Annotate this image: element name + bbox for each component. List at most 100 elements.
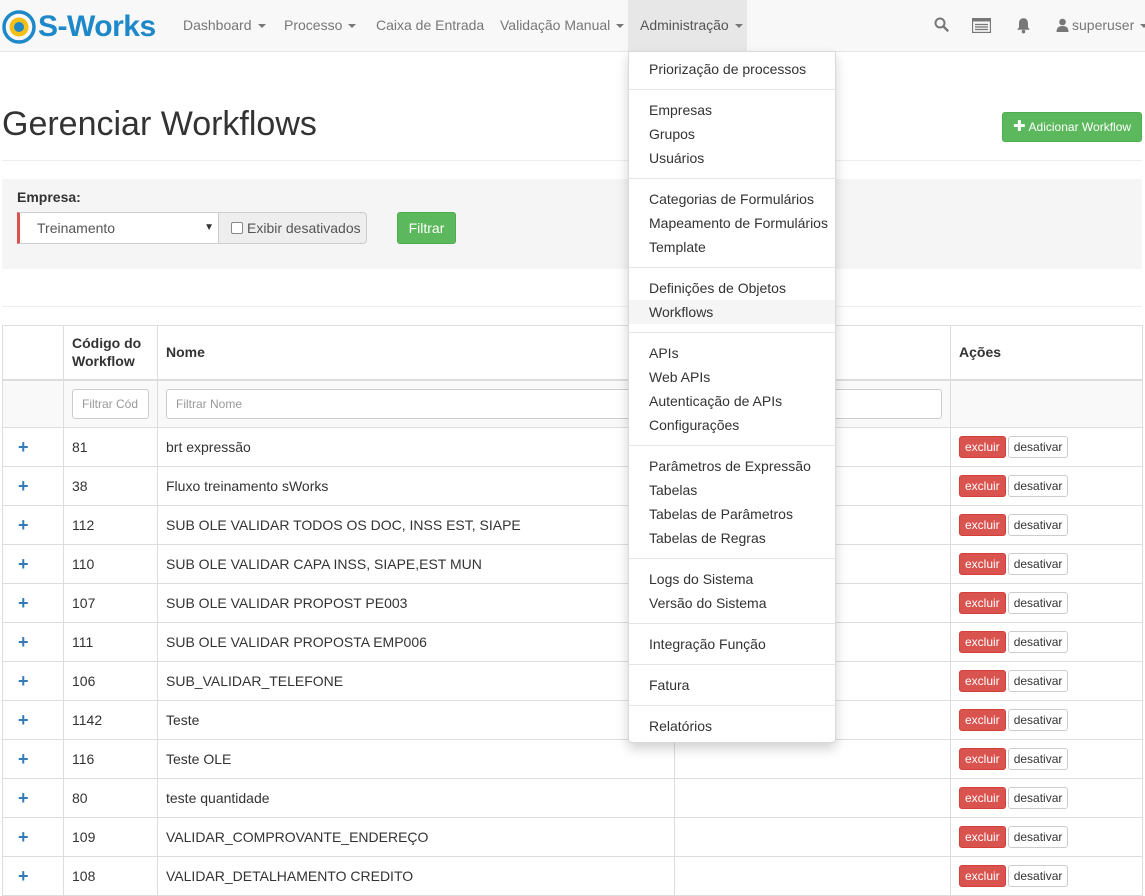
menu-item-web-apis[interactable]: Web APIs [629,365,835,389]
top-navbar: S-Works Dashboard Processo Caixa de Entr… [0,0,1145,52]
deactivate-button[interactable]: desativar [1007,631,1069,653]
show-disabled-toggle[interactable]: Exibir desativados [218,212,367,244]
nome-cell: VALIDAR_DETALHAMENTO CREDITO [157,856,675,896]
empresa-label: Empresa: [17,189,81,205]
delete-button[interactable]: excluir [959,553,1006,575]
menu-item-categorias-de-formularios[interactable]: Categorias de Formulários [629,187,835,211]
extra-cell [674,817,951,857]
codigo-cell: 111 [63,622,158,662]
menu-item-configuracoes[interactable]: Configurações [629,413,835,437]
menu-item-fatura[interactable]: Fatura [629,673,835,697]
deactivate-button[interactable]: desativar [1007,475,1069,497]
expand-plus-icon[interactable]: + [11,632,29,652]
nav-dashboard[interactable]: Dashboard [171,0,278,51]
delete-button[interactable]: excluir [959,592,1006,614]
expand-plus-icon[interactable]: + [11,437,29,457]
menu-item-apis[interactable]: APIs [629,341,835,365]
table-body: Filtrar Cód Filtrar Nome +81 brt expressã… [2,379,1143,896]
user-menu[interactable]: superuser [1056,0,1145,51]
expand-plus-icon[interactable]: + [11,671,29,691]
table-row: +116 Teste OLE excluir desativar [2,739,1143,779]
delete-button[interactable]: excluir [959,436,1006,458]
expand-plus-icon[interactable]: + [11,827,29,847]
nav-processo[interactable]: Processo [272,0,368,51]
acoes-cell: excluir desativar [950,466,1143,506]
bell-icon[interactable] [1016,17,1031,34]
deactivate-button[interactable]: desativar [1007,592,1069,614]
caret-down-icon [257,24,266,29]
acoes-cell: excluir desativar [950,856,1143,896]
menu-item-priorizacao-de-processos[interactable]: Priorização de processos [629,57,835,81]
menu-item-integracao-funcao[interactable]: Integração Função [629,632,835,656]
nome-cell: SUB OLE VALIDAR CAPA INSS, SIAPE,EST MUN [157,544,675,584]
table-row: +108 VALIDAR_DETALHAMENTO CREDITO excluir d… [2,856,1143,896]
menu-item-template[interactable]: Template [629,235,835,259]
menu-item-tabelas-de-regras[interactable]: Tabelas de Regras [629,526,835,550]
expand-plus-icon[interactable]: + [11,788,29,808]
add-workflow-button[interactable]: ✚ Adicionar Workflow [1002,112,1142,142]
deactivate-button[interactable]: desativar [1007,709,1069,731]
menu-item-definicoes-de-objetos[interactable]: Definições de Objetos [629,276,835,300]
deactivate-button[interactable]: desativar [1007,553,1069,575]
delete-button[interactable]: excluir [959,475,1006,497]
codigo-column-header[interactable]: Código do Workflow [63,325,158,381]
delete-button[interactable]: excluir [959,514,1006,536]
brand[interactable]: S-Works [2,9,156,45]
expand-plus-icon[interactable]: + [11,749,29,769]
show-disabled-checkbox[interactable] [231,222,243,234]
table-row: +110 SUB OLE VALIDAR CAPA INSS, SIAPE,EST… [2,544,1143,584]
nome-column-header[interactable]: Nome [157,325,675,381]
filter-button[interactable]: Filtrar [397,212,456,244]
deactivate-button[interactable]: desativar [1007,514,1069,536]
search-icon[interactable] [934,17,949,32]
nome-cell: teste quantidade [157,778,675,818]
expand-plus-icon[interactable]: + [11,866,29,886]
menu-item-logs-do-sistema[interactable]: Logs do Sistema [629,567,835,591]
filter-cell-empty [2,379,64,428]
menu-item-workflows[interactable]: Workflows [629,300,835,324]
menu-item-mapeamento-de-formularios[interactable]: Mapeamento de Formulários [629,211,835,235]
nav-validacao-label: Validação Manual [500,17,611,33]
empresa-select[interactable]: Treinamento ▼ [17,212,220,244]
expand-plus-icon[interactable]: + [11,593,29,613]
nav-administracao[interactable]: Administração [628,0,747,51]
codigo-cell: 80 [63,778,158,818]
menu-item-tabelas[interactable]: Tabelas [629,478,835,502]
delete-button[interactable]: excluir [959,787,1006,809]
expand-plus-icon[interactable]: + [11,515,29,535]
deactivate-button[interactable]: desativar [1007,436,1069,458]
nav-validacao-manual[interactable]: Validação Manual [488,0,636,51]
menu-divider [629,267,835,268]
menu-item-usuarios[interactable]: Usuários [629,146,835,170]
nav-caixa-de-entrada[interactable]: Caixa de Entrada [364,0,496,51]
delete-button[interactable]: excluir [959,631,1006,653]
deactivate-button[interactable]: desativar [1007,748,1069,770]
nav-caixa-label: Caixa de Entrada [376,17,485,33]
delete-button[interactable]: excluir [959,670,1006,692]
menu-item-autenticacao-de-apis[interactable]: Autenticação de APIs [629,389,835,413]
menu-item-empresas[interactable]: Empresas [629,98,835,122]
page-title: Gerenciar Workflows [2,105,317,143]
deactivate-button[interactable]: desativar [1007,670,1069,692]
codigo-filter-input[interactable]: Filtrar Cód [72,388,149,419]
menu-item-parametros-de-expressao[interactable]: Parâmetros de Expressão [629,454,835,478]
inbox-icon[interactable] [972,18,991,33]
menu-divider [629,89,835,90]
menu-item-relatorios[interactable]: Relatórios [629,714,835,738]
deactivate-button[interactable]: desativar [1007,865,1069,887]
delete-button[interactable]: excluir [959,709,1006,731]
delete-button[interactable]: excluir [959,826,1006,848]
menu-item-grupos[interactable]: Grupos [629,122,835,146]
delete-button[interactable]: excluir [959,748,1006,770]
delete-button[interactable]: excluir [959,865,1006,887]
deactivate-button[interactable]: desativar [1007,826,1069,848]
expand-cell: + [2,544,64,584]
expand-plus-icon[interactable]: + [11,476,29,496]
deactivate-button[interactable]: desativar [1007,787,1069,809]
expand-plus-icon[interactable]: + [11,710,29,730]
codigo-cell: 112 [63,505,158,545]
menu-item-tabelas-de-parametros[interactable]: Tabelas de Parâmetros [629,502,835,526]
menu-item-versao-do-sistema[interactable]: Versão do Sistema [629,591,835,615]
expand-plus-icon[interactable]: + [11,554,29,574]
divider [2,160,1142,161]
